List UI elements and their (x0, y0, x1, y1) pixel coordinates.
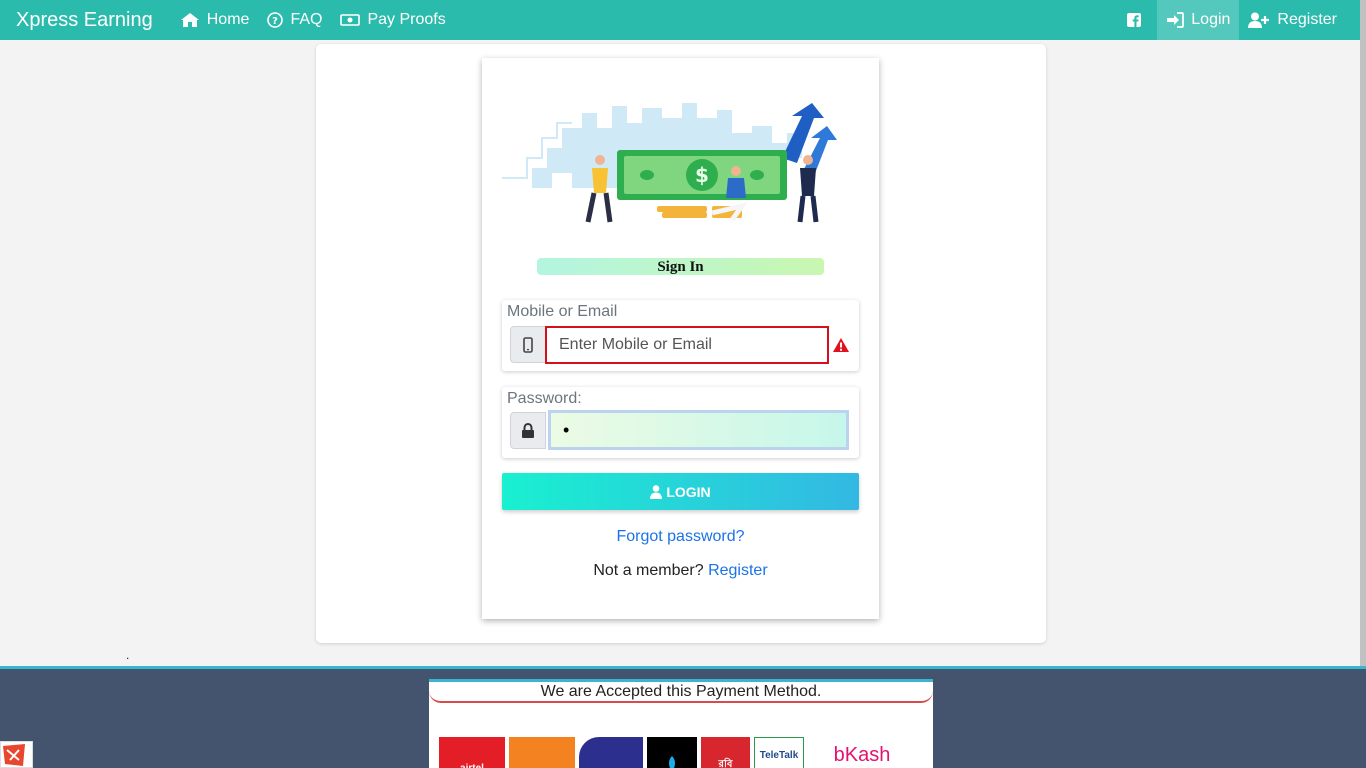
login-card: $ Sign In Mobile or Email Password: • LO… (482, 58, 879, 619)
nav-login[interactable]: Login (1157, 0, 1240, 40)
warning-icon (833, 338, 849, 352)
teletalk-logo: TeleTalk (754, 737, 804, 768)
nav-home-label: Home (206, 11, 250, 28)
page-scrollbar[interactable] (1360, 0, 1366, 668)
mobile-field-group: Mobile or Email (502, 300, 859, 371)
facebook-icon (1127, 13, 1142, 27)
widget-logo-icon (3, 744, 25, 766)
payment-methods-title: We are Accepted this Payment Method. (429, 682, 933, 703)
payment-logos: airtel রবি TeleTalk bKash (439, 737, 916, 768)
password-value: • (563, 420, 570, 440)
robi-logo: রবি (701, 737, 750, 768)
money-growth-illustration: $ (502, 103, 837, 223)
nav-login-label: Login (1191, 11, 1231, 28)
nav-register-label: Register (1277, 11, 1337, 28)
mobile-addon (510, 326, 546, 363)
user-icon (650, 484, 663, 499)
password-input[interactable]: • (548, 410, 849, 450)
mobile-label: Mobile or Email (507, 303, 618, 320)
brand-title[interactable]: Xpress Earning (16, 9, 153, 32)
not-member-line: Not a member? Register (482, 562, 879, 580)
svg-text:?: ? (273, 16, 279, 27)
home-icon (180, 13, 199, 27)
money-bill-icon (340, 14, 361, 26)
nav-right-group: Login Register (1118, 0, 1360, 40)
forgot-password-link[interactable]: Forgot password? (482, 528, 879, 546)
user-plus-icon (1248, 12, 1270, 28)
grameenphone-logo (647, 737, 697, 768)
stray-dot: . (126, 648, 130, 662)
not-member-text: Not a member? (593, 562, 704, 579)
rocket-logo (579, 737, 643, 768)
nav-home[interactable]: Home (171, 0, 259, 40)
banglalink-logo (509, 737, 575, 768)
register-link[interactable]: Register (708, 562, 768, 579)
grameenphone-mark-icon (669, 756, 675, 768)
nav-faq[interactable]: ? FAQ (258, 0, 331, 40)
svg-text:$: $ (695, 163, 709, 187)
nav-faq-label: FAQ (290, 11, 323, 28)
nav-register[interactable]: Register (1239, 0, 1346, 40)
footer: We are Accepted this Payment Method. air… (0, 666, 1366, 768)
question-circle-icon: ? (267, 12, 284, 28)
nav-pay-proofs[interactable]: Pay Proofs (331, 0, 454, 40)
login-button[interactable]: LOGIN (502, 473, 859, 510)
sign-in-heading: Sign In (537, 258, 824, 275)
sign-in-icon (1167, 12, 1185, 28)
facebook-link[interactable] (1118, 0, 1157, 40)
bkash-logo: bKash (808, 737, 916, 768)
password-label: Password: (507, 390, 582, 407)
password-addon (510, 412, 546, 449)
airtel-logo: airtel (439, 737, 505, 768)
password-field-group: Password: • (502, 387, 859, 458)
mobile-or-email-input[interactable] (545, 326, 829, 364)
top-navbar: Xpress Earning Home ? FAQ Pay Proofs Log… (0, 0, 1360, 40)
login-button-label: LOGIN (666, 483, 711, 500)
floating-widget-icon[interactable] (0, 741, 33, 768)
nav-pay-proofs-label: Pay Proofs (367, 11, 446, 28)
payment-methods-box: We are Accepted this Payment Method. air… (429, 679, 933, 768)
mobile-phone-icon (523, 336, 533, 353)
lock-icon (522, 422, 534, 438)
